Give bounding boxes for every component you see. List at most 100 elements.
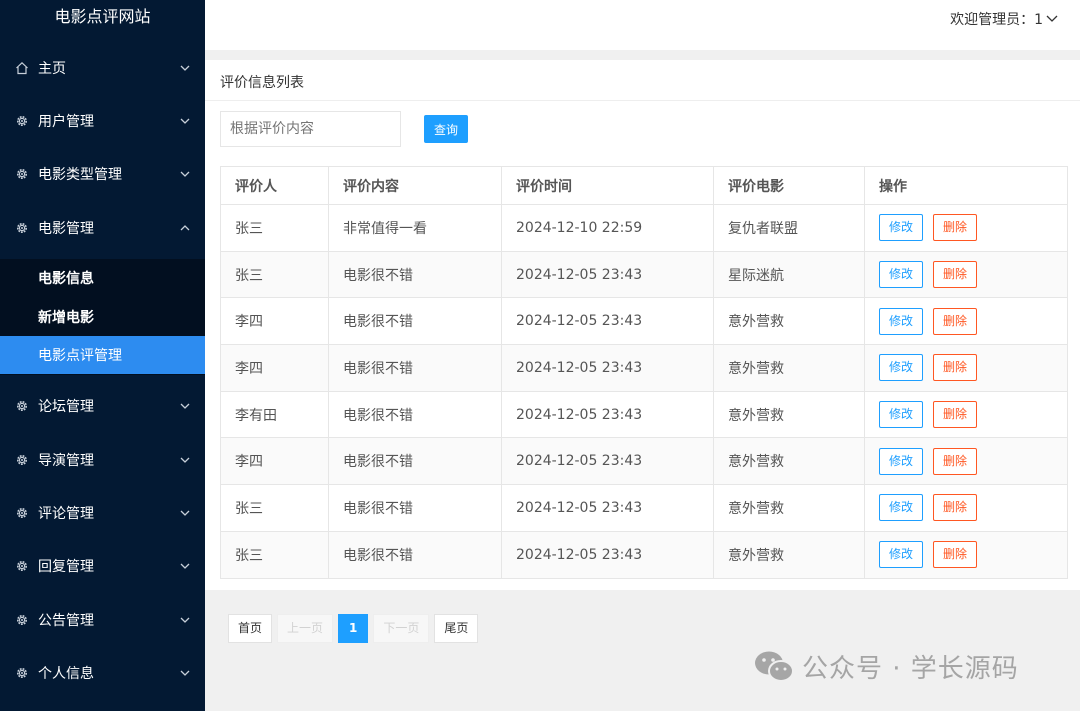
chevron-down-icon (179, 400, 191, 412)
cell-time: 2024-12-05 23:43 (501, 530, 714, 579)
edit-button[interactable]: 修改 (879, 541, 924, 569)
table-row: 张三 非常值得一看 2024-12-10 22:59 复仇者联盟 修改 删除 (220, 204, 1068, 252)
gear-icon (14, 505, 30, 521)
sidebar: 电影点评网站 主页 用户管理 电影类型管理 电影管理 论坛管理 导演管理 评论管理 回复管理公… (0, 0, 205, 711)
table-row: 李四 电影很不错 2024-12-05 23:43 意外营救 修改 删除 (220, 344, 1068, 392)
edit-button[interactable]: 修改 (879, 494, 924, 522)
sidebar-item-label: 评论管理 (38, 505, 94, 522)
top-header: 欢迎管理员：1 (205, 0, 1080, 50)
table-row: 李四 电影很不错 2024-12-05 23:43 意外营救 修改 删除 (220, 297, 1068, 346)
cell-actions: 修改 删除 (864, 390, 1068, 439)
cell-actions: 修改 删除 (864, 437, 1068, 486)
sidebar-item-comment-management[interactable]: 评论管理 (0, 486, 205, 539)
sidebar-item-label: 公告管理 (38, 612, 94, 629)
table-row: 张三 电影很不错 2024-12-05 23:43 星际迷航 修改 删除 (220, 250, 1068, 299)
gear-icon (14, 220, 30, 236)
edit-button[interactable]: 修改 (879, 261, 924, 289)
chevron-down-icon (179, 667, 191, 679)
sidebar-item-label: 导演管理 (38, 452, 94, 469)
sidebar-item-personal-info[interactable]: 个人信息 (0, 646, 205, 699)
cell-actions: 修改 删除 (864, 530, 1068, 579)
gear-icon (14, 398, 30, 414)
gear-icon (14, 166, 30, 182)
review-table: 评价人 评价内容 评价时间 评价电影 操作 张三 非常值得一看 2024-12-10… (220, 166, 1068, 579)
review-list-panel: 评价信息列表 查询 评价人 评价内容 评价时间 评价电影 操作 张三非常值得一看… (205, 60, 1080, 590)
chevron-down-icon (179, 560, 191, 572)
sidebar-item-user-management[interactable]: 用户管理 (0, 94, 205, 147)
delete-button[interactable]: 删除 (933, 541, 978, 569)
welcome-text: 欢迎管理员：1 (950, 12, 1043, 28)
sidebar-item-label: 个人信息 (38, 665, 94, 682)
sidebar-item-movie-management[interactable]: 电影管理 (0, 201, 205, 254)
first-page-button[interactable]: 首页 (228, 614, 273, 643)
cell-reviewer: 张三 (220, 530, 329, 579)
cell-actions: 修改 删除 (864, 297, 1068, 346)
gear-icon (14, 113, 30, 129)
sidebar-item-label: 电影管理 (38, 220, 94, 237)
chevron-down-icon (179, 507, 191, 519)
delete-button[interactable]: 删除 (933, 401, 978, 429)
cell-actions: 修改 删除 (864, 250, 1068, 299)
sidebar-item-notice-management[interactable]: 公告管理 (0, 593, 205, 646)
column-header-actions: 操作 (864, 166, 1068, 205)
delete-button[interactable]: 删除 (933, 261, 978, 289)
edit-button[interactable]: 修改 (879, 307, 924, 335)
cell-movie: 意外营救 (713, 344, 865, 392)
cell-movie: 复仇者联盟 (713, 204, 865, 252)
next-page-button[interactable]: 下一页 (373, 614, 430, 643)
edit-button[interactable]: 修改 (879, 401, 924, 429)
column-header-movie: 评价电影 (713, 166, 865, 205)
chevron-down-icon (179, 62, 191, 74)
sidebar-item-director-management[interactable]: 导演管理 (0, 433, 205, 486)
sidebar-subitem-movie-info[interactable]: 电影信息 (0, 259, 205, 297)
chevron-up-icon (179, 222, 191, 234)
current-page-button[interactable]: 1 (338, 614, 369, 643)
sidebar-item-label: 论坛管理 (38, 398, 94, 415)
sidebar-item-label: 用户管理 (38, 113, 94, 130)
delete-button[interactable]: 删除 (933, 307, 978, 335)
delete-button[interactable]: 删除 (933, 214, 978, 242)
cell-content: 电影很不错 (328, 437, 502, 486)
gear-icon (14, 452, 30, 468)
table-row: 李有田 电影很不错 2024-12-05 23:43 意外营救 修改 删除 (220, 390, 1068, 439)
sidebar-item-label: 电影类型管理 (38, 166, 122, 183)
edit-button[interactable]: 修改 (879, 354, 924, 382)
sidebar-subitem-movie-review[interactable]: 电影点评管理 (0, 336, 205, 374)
edit-button[interactable]: 修改 (879, 447, 924, 475)
sidebar-item-reply-management[interactable]: 回复管理 (0, 539, 205, 592)
submenu-movie-management: 电影信息 新增电影 电影点评管理 (0, 259, 205, 375)
sidebar-item-forum-management[interactable]: 论坛管理 (0, 379, 205, 432)
sidebar-item-movie-type-management[interactable]: 电影类型管理 (0, 147, 205, 200)
cell-content: 电影很不错 (328, 250, 502, 299)
sidebar-item-label: 回复管理 (38, 558, 94, 575)
search-button[interactable]: 查询 (424, 115, 468, 143)
cell-content: 电影很不错 (328, 390, 502, 439)
table-row: 李四 电影很不错 2024-12-05 23:43 意外营救 修改 删除 (220, 437, 1068, 486)
search-input[interactable] (220, 111, 401, 147)
edit-button[interactable]: 修改 (879, 214, 924, 242)
cell-content: 电影很不错 (328, 484, 502, 532)
gear-icon (14, 558, 30, 574)
delete-button[interactable]: 删除 (933, 447, 978, 475)
chevron-down-icon (179, 614, 191, 626)
gear-icon (14, 665, 30, 681)
cell-content: 非常值得一看 (328, 204, 502, 252)
column-header-content: 评价内容 (328, 166, 502, 205)
sidebar-item-home[interactable]: 主页 (0, 41, 205, 94)
cell-content: 电影很不错 (328, 297, 502, 346)
divider (205, 100, 1080, 101)
admin-user-menu[interactable]: 欢迎管理员：1 (950, 9, 1058, 29)
cell-movie: 意外营救 (713, 390, 865, 439)
cell-movie: 意外营救 (713, 297, 865, 346)
delete-button[interactable]: 删除 (933, 354, 978, 382)
sidebar-subitem-add-movie[interactable]: 新增电影 (0, 298, 205, 336)
cell-time: 2024-12-05 23:43 (501, 390, 714, 439)
watermark: 公众号 · 学长源码 (754, 648, 1019, 685)
prev-page-button[interactable]: 上一页 (277, 614, 334, 643)
cell-reviewer: 李四 (220, 297, 329, 346)
chevron-down-icon (1046, 15, 1058, 22)
cell-actions: 修改 删除 (864, 484, 1068, 532)
delete-button[interactable]: 删除 (933, 494, 978, 522)
cell-content: 电影很不错 (328, 530, 502, 579)
last-page-button[interactable]: 尾页 (434, 614, 479, 643)
